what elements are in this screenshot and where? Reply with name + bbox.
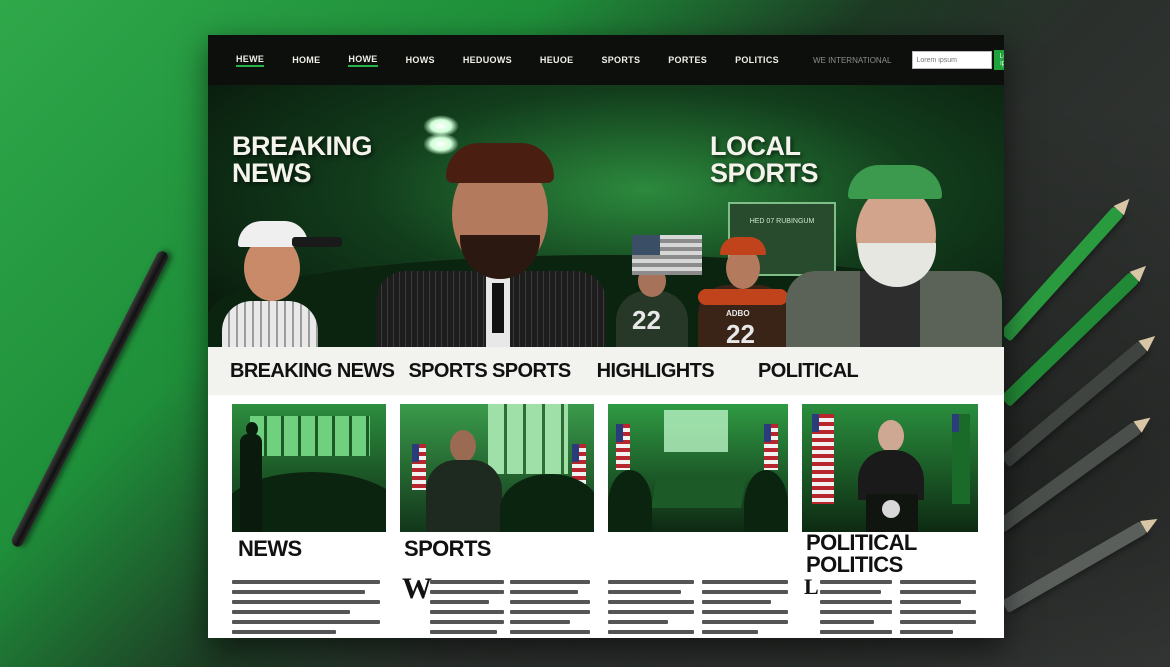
nav-item-heduows[interactable]: HEDUOWS <box>463 55 512 65</box>
article-text <box>820 580 892 638</box>
nav-item-politics[interactable]: POLITICS <box>735 55 779 65</box>
player: ADBO 22 <box>698 235 788 347</box>
nav-item-heuoe[interactable]: HEUOE <box>540 55 574 65</box>
search-button[interactable]: Lorem ipsum <box>993 50 1004 70</box>
nav-aux-text: WE INTERNATIONAL <box>812 55 892 65</box>
article-text <box>232 580 380 638</box>
article-text <box>702 580 788 638</box>
hero-banner: HED 07 RUBINGUM 22 ADBO 22 BREAKING NEWS… <box>208 85 1004 347</box>
article-cards: NEWS SPORTS W POLITICAL POLITICS L <box>208 395 1004 638</box>
article-text <box>510 580 590 638</box>
hero-title-local-sports: LOCAL SPORTS <box>710 131 819 188</box>
nav-item-portes[interactable]: PORTES <box>668 55 707 65</box>
article-text <box>608 580 694 638</box>
nav-item-home[interactable]: HOME <box>292 55 320 65</box>
american-flag <box>632 235 702 275</box>
article-image <box>608 404 788 532</box>
nav-item-sports[interactable]: SPORTS <box>601 55 640 65</box>
article-text <box>900 580 976 638</box>
tab-political[interactable]: POLITICAL <box>758 360 859 383</box>
article-card-highlights[interactable] <box>608 404 788 634</box>
dropcap: W <box>402 572 432 605</box>
dropcap: L <box>804 574 819 599</box>
tab-sports[interactable]: SPORTS SPORTS <box>408 360 571 383</box>
tab-breaking-news[interactable]: BREAKING NEWS <box>230 360 395 383</box>
article-image <box>802 404 978 532</box>
shirt-text: ADBO <box>726 309 750 318</box>
news-anchor <box>376 143 606 347</box>
top-navigation: HEWE HOME HOWE HOWS HEDUOWS HEUOE SPORTS… <box>208 35 1004 85</box>
player: 22 <box>616 263 688 347</box>
article-text <box>430 580 504 638</box>
article-image <box>232 404 386 532</box>
card-title: NEWS <box>238 536 302 561</box>
news-website-mockup: HEWE HOME HOWE HOWS HEDUOWS HEUOE SPORTS… <box>208 35 1004 638</box>
card-title: POLITICAL POLITICS <box>806 530 917 577</box>
search-input[interactable] <box>911 51 992 69</box>
article-card-political[interactable]: POLITICAL POLITICS L <box>802 404 978 634</box>
card-title: SPORTS <box>404 536 491 561</box>
nav-item-hewe[interactable]: HEWE <box>236 54 265 67</box>
nav-item-hows[interactable]: HOWS <box>406 55 435 65</box>
cheering-fan <box>222 203 362 347</box>
article-card-news[interactable]: NEWS <box>232 404 386 634</box>
jersey-number: 22 <box>632 305 661 335</box>
tab-highlights[interactable]: HIGHLIGHTS <box>597 360 715 383</box>
hero-title-breaking-news: BREAKING NEWS <box>232 131 373 188</box>
section-tabs: BREAKING NEWS SPORTS SPORTS HIGHLIGHTS P… <box>208 347 1004 395</box>
article-card-sports[interactable]: SPORTS W <box>400 404 594 634</box>
jersey-number: 22 <box>726 319 755 347</box>
article-image <box>400 404 594 532</box>
nav-item-howe[interactable]: HOWE <box>348 54 378 67</box>
older-man <box>786 159 1004 347</box>
